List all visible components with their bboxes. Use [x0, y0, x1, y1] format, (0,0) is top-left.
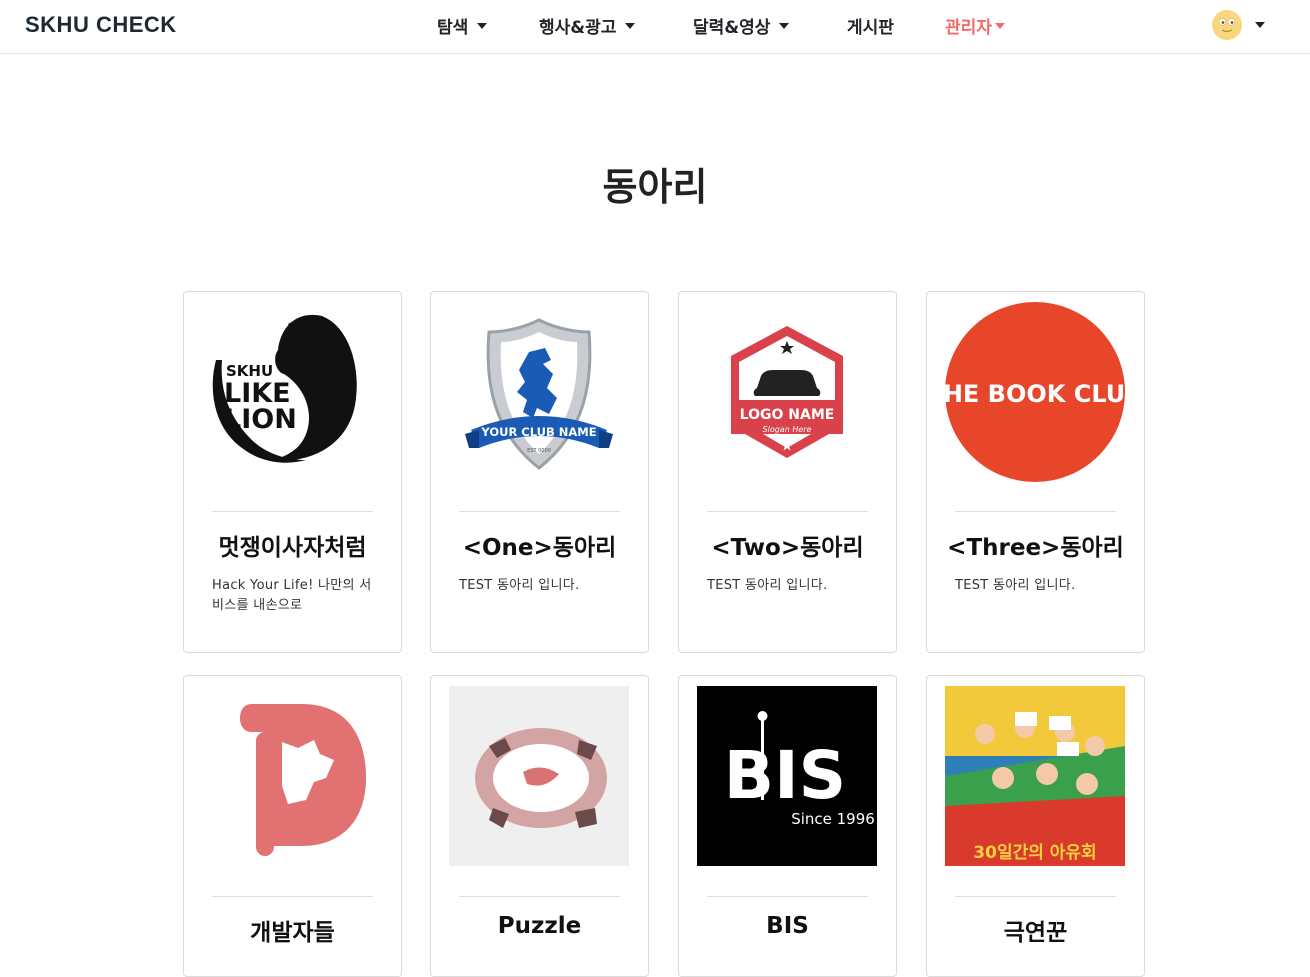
club-name: <Three>동아리 — [947, 535, 1124, 561]
club-card[interactable]: BIS Since 1996 BIS — [678, 675, 897, 977]
svg-text:LOGO NAME: LOGO NAME — [740, 407, 835, 423]
club-card[interactable]: THE BOOK CLUB <Three>동아리 TEST 동아리 입니다. — [926, 291, 1145, 653]
bis-logo: BIS Since 1996 — [697, 686, 877, 866]
shield-lion-logo: YOUR CLUB NAME EST 0000 — [449, 302, 629, 482]
caret-down-icon — [779, 23, 790, 29]
caret-down-icon — [994, 23, 1005, 29]
dev-d-logo — [202, 686, 382, 866]
club-card[interactable]: LOGO NAME Slogan Here <Two>동아리 TEST 동아리 … — [678, 291, 897, 653]
svg-text:THE BOOK CLUB: THE BOOK CLUB — [945, 380, 1125, 408]
svg-text:Since 1996: Since 1996 — [791, 810, 875, 828]
caret-down-icon — [477, 23, 488, 29]
avatar-smiley-icon — [1212, 10, 1242, 40]
card-divider — [707, 896, 868, 897]
club-name: <Two>동아리 — [711, 535, 864, 561]
card-divider — [459, 511, 620, 512]
club-name: BIS — [766, 913, 809, 939]
nav-admin-label: 관리자 — [945, 18, 992, 38]
book-club-logo: THE BOOK CLUB — [945, 302, 1125, 482]
club-description: TEST 동아리 입니다. — [707, 578, 828, 593]
svg-text:EST 0000: EST 0000 — [527, 448, 551, 454]
club-card[interactable]: SKHU LIKE LION 멋쟁이사자처럼 Hack Your Life! 나… — [183, 291, 402, 653]
nav-calendar-label: 달력&영상 — [693, 18, 771, 38]
page-title: 동아리 — [602, 165, 708, 209]
club-card[interactable]: 30일간의 아유회 극연꾼 — [926, 675, 1145, 977]
card-divider — [212, 511, 373, 512]
nav-board[interactable]: 게시판 — [847, 13, 894, 38]
svg-text:Slogan Here: Slogan Here — [763, 425, 812, 434]
card-divider — [955, 511, 1116, 512]
card-divider — [707, 511, 868, 512]
user-menu[interactable] — [1211, 9, 1265, 45]
caret-down-icon — [1255, 22, 1265, 28]
nav-explore-label: 탐색 — [437, 18, 469, 38]
svg-text:YOUR CLUB NAME: YOUR CLUB NAME — [480, 425, 596, 439]
svg-text:BIS: BIS — [724, 737, 846, 814]
svg-text:LION: LION — [224, 404, 297, 435]
navbar: SKHU CHECK 탐색 행사&광고 달력&영상 게시판 관리자 — [0, 0, 1310, 54]
likelion-logo: SKHU LIKE LION — [202, 302, 382, 482]
caret-down-icon — [625, 23, 636, 29]
club-description: TEST 동아리 입니다. — [459, 578, 580, 593]
club-card[interactable]: YOUR CLUB NAME EST 0000 <One>동아리 TEST 동아… — [430, 291, 649, 653]
card-divider — [459, 896, 620, 897]
club-name: <One>동아리 — [462, 535, 617, 561]
card-divider — [955, 896, 1116, 897]
poster-image: 30일간의 아유회 — [945, 686, 1125, 866]
brand-logo[interactable]: SKHU CHECK — [25, 12, 177, 38]
club-card[interactable]: Puzzle — [430, 675, 649, 977]
club-card[interactable]: 개발자들 — [183, 675, 402, 977]
puzzle-logo — [449, 686, 629, 866]
club-name: 극연꾼 — [1003, 920, 1068, 946]
nav-explore[interactable]: 탐색 — [437, 13, 488, 38]
card-divider — [212, 896, 373, 897]
club-name: 개발자들 — [250, 920, 335, 946]
nav-calendar[interactable]: 달력&영상 — [693, 13, 790, 38]
nav-board-label: 게시판 — [847, 18, 894, 38]
club-description: Hack Your Life! 나만의 서비스를 내손으로 — [212, 578, 372, 613]
club-name: Puzzle — [497, 913, 582, 939]
car-hexagon-logo: LOGO NAME Slogan Here — [697, 302, 877, 482]
nav-events[interactable]: 행사&광고 — [539, 13, 636, 38]
svg-text:30일간의 아유회: 30일간의 아유회 — [973, 843, 1096, 863]
club-description: TEST 동아리 입니다. — [955, 578, 1076, 593]
nav-admin[interactable]: 관리자 — [945, 13, 1005, 38]
club-name: 멋쟁이사자처럼 — [218, 535, 367, 561]
nav-events-label: 행사&광고 — [539, 18, 617, 38]
